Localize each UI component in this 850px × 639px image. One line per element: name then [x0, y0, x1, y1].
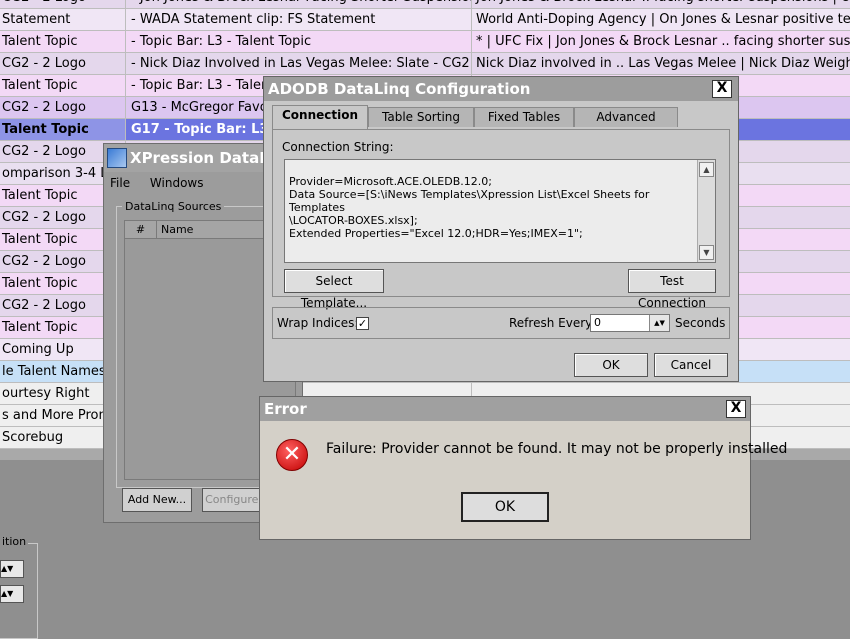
- scroll-down-icon[interactable]: ▼: [699, 245, 714, 260]
- table-row[interactable]: CG2 - 2 Logo- Jon Jones & Brock Lesnar F…: [0, 0, 850, 9]
- adodb-title: ADODB DataLinq Configuration: [268, 80, 531, 98]
- table-cell: - WADA Statement clip: FS Statement: [126, 9, 472, 30]
- error-dialog: Error X ✕ Failure: Provider cannot be fo…: [259, 396, 787, 540]
- table-cell: CG2 - 2 Logo: [0, 97, 126, 118]
- refresh-every-input[interactable]: 0 ▲▼: [590, 314, 670, 332]
- column-number[interactable]: #: [125, 221, 157, 239]
- connection-string-label: Connection String:: [282, 140, 394, 154]
- table-cell: Talent Topic: [0, 119, 126, 140]
- menu-file[interactable]: File: [110, 176, 130, 190]
- table-row[interactable]: CG2 - 2 Logo - Nick Diaz Involved in Las …: [0, 53, 850, 75]
- tab-connection[interactable]: Connection: [272, 105, 368, 129]
- table-cell: - Nick Diaz Involved in Las Vegas Melee:…: [126, 53, 472, 74]
- table-cell: Jon Jones & Brock Lesnar .. facing short…: [472, 0, 850, 8]
- error-ok-button[interactable]: OK: [461, 492, 549, 522]
- connection-string-text: Provider=Microsoft.ACE.OLEDB.12.0; Data …: [289, 175, 650, 240]
- xpression-logo-icon: [107, 148, 127, 168]
- datalinq-sources-label: DataLinq Sources: [122, 200, 225, 213]
- test-connection-button[interactable]: Test Connection: [628, 269, 716, 310]
- tab-fixed-tables[interactable]: Fixed Tables: [474, 107, 574, 127]
- error-message: Failure: Provider cannot be found. It ma…: [326, 441, 788, 457]
- table-cell: Nick Diaz involved in .. Las Vegas Melee…: [476, 56, 850, 71]
- table-cell: Statement: [0, 9, 126, 30]
- connection-scrollbar[interactable]: ▲ ▼: [697, 160, 715, 262]
- table-cell: * | UFC Fix | Jon Jones & Brock Lesnar .…: [476, 34, 850, 49]
- table-cell: Talent Topic: [0, 31, 126, 52]
- refresh-spinner-icon[interactable]: ▲▼: [649, 315, 669, 331]
- tab-advanced[interactable]: Advanced: [574, 107, 678, 127]
- cancel-button[interactable]: Cancel: [654, 353, 728, 377]
- scroll-up-icon[interactable]: ▲: [699, 162, 714, 177]
- table-cell: Talent Topic: [0, 75, 126, 96]
- refresh-value: 0: [594, 316, 601, 329]
- table-cell: - Topic Bar: L3 - Talent Topic: [126, 31, 472, 52]
- refresh-every-label: Refresh Every:: [509, 316, 596, 330]
- options-row: Wrap Indices: ✓ Refresh Every: 0 ▲▼ Seco…: [272, 307, 730, 339]
- wrap-indices-label: Wrap Indices:: [277, 316, 359, 330]
- adodb-config-dialog: ADODB DataLinq Configuration X Connectio…: [263, 76, 739, 382]
- ok-button[interactable]: OK: [574, 353, 648, 377]
- select-template-button[interactable]: Select Template...: [284, 269, 384, 310]
- column-name[interactable]: Name: [161, 221, 193, 239]
- menu-windows[interactable]: Windows: [150, 176, 204, 190]
- table-cell: World Anti-Doping Agency | On Jones & Le…: [476, 12, 850, 27]
- adodb-title-bar[interactable]: ADODB DataLinq Configuration X: [264, 77, 738, 101]
- table-row[interactable]: Talent Topic - Topic Bar: L3 - Talent Top…: [0, 31, 850, 53]
- tab-table-sorting[interactable]: Table Sorting: [368, 107, 474, 127]
- add-new-button[interactable]: Add New...: [122, 488, 192, 512]
- side-group-label: ition: [0, 535, 29, 548]
- table-cell: - Jon Jones & Brock Lesnar Facing Shorte…: [126, 0, 472, 8]
- table-row[interactable]: Statement - WADA Statement clip: FS State…: [0, 9, 850, 31]
- connection-string-field[interactable]: Provider=Microsoft.ACE.OLEDB.12.0; Data …: [284, 159, 716, 263]
- error-icon: ✕: [276, 439, 308, 471]
- close-icon[interactable]: X: [726, 400, 746, 418]
- seconds-label: Seconds: [675, 316, 726, 330]
- close-icon[interactable]: X: [712, 80, 732, 98]
- table-cell: CG2 - 2 Logo: [0, 0, 126, 8]
- side-spinner-1[interactable]: ▲▼: [0, 560, 24, 578]
- wrap-indices-checkbox[interactable]: ✓: [356, 317, 369, 330]
- side-spinner-2[interactable]: ▲▼: [0, 585, 24, 603]
- error-title: Error: [264, 400, 307, 418]
- table-cell: CG2 - 2 Logo: [0, 53, 126, 74]
- error-title-bar[interactable]: Error X: [260, 397, 750, 421]
